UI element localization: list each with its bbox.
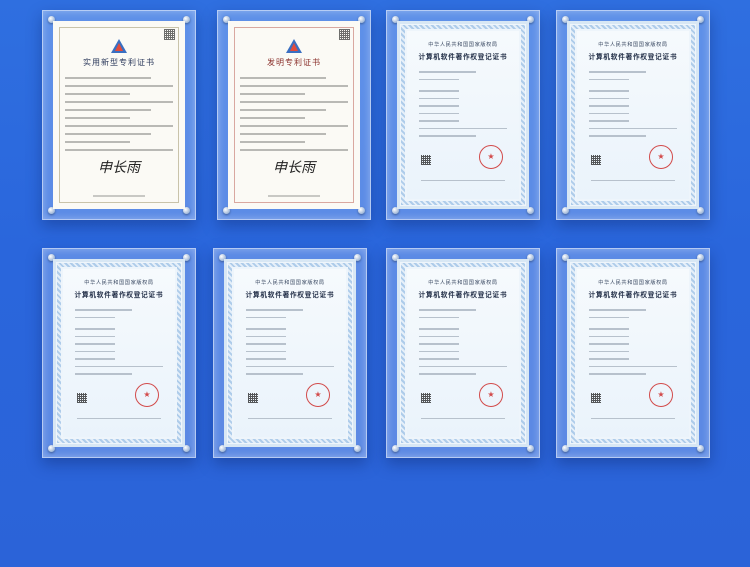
- signature: 申长雨: [98, 160, 140, 176]
- software-copyright-certificate: 中华人民共和国国家版权局 计算机软件著作权登记证书 ★: [397, 259, 529, 447]
- qr-code-icon: [591, 155, 601, 165]
- certificate-title: 发明专利证书: [267, 58, 321, 67]
- qr-code-icon: [248, 393, 258, 403]
- qr-code-icon: [421, 155, 431, 165]
- certificate-title: 计算机软件著作权登记证书: [418, 291, 508, 299]
- certificate-wall: 实用新型专利证书 申长雨 发明专利证书 申长雨 中华人民共和国国家版权局 计算机…: [0, 0, 750, 567]
- official-seal-icon: ★: [479, 383, 503, 407]
- qr-code-icon: [77, 393, 87, 403]
- official-seal-icon: ★: [649, 145, 673, 169]
- official-seal-icon: ★: [649, 383, 673, 407]
- software-copyright-certificate: 中华人民共和国国家版权局 计算机软件著作权登记证书 ★: [567, 21, 699, 209]
- issuing-authority: 中华人民共和国国家版权局: [598, 280, 668, 286]
- signature: 申长雨: [273, 160, 315, 176]
- certificate-frame-software-copyright: 中华人民共和国国家版权局 计算机软件著作权登记证书 ★: [386, 10, 540, 220]
- issuing-authority: 中华人民共和国国家版权局: [598, 42, 668, 48]
- software-copyright-certificate: 中华人民共和国国家版权局 计算机软件著作权登记证书 ★: [224, 259, 356, 447]
- certificate-frame-software-copyright: 中华人民共和国国家版权局 计算机软件著作权登记证书 ★: [42, 248, 196, 458]
- certificate-title: 计算机软件著作权登记证书: [245, 291, 335, 299]
- certificate-frame-software-copyright: 中华人民共和国国家版权局 计算机软件著作权登记证书 ★: [213, 248, 367, 458]
- invention-patent-certificate: 发明专利证书 申长雨: [228, 21, 360, 209]
- certificate-frame-software-copyright: 中华人民共和国国家版权局 计算机软件著作权登记证书 ★: [556, 10, 710, 220]
- issuing-authority: 中华人民共和国国家版权局: [255, 280, 325, 286]
- certificate-title: 计算机软件著作权登记证书: [588, 291, 678, 299]
- certificate-title: 计算机软件著作权登记证书: [418, 53, 508, 61]
- utility-patent-certificate: 实用新型专利证书 申长雨: [53, 21, 185, 209]
- certificate-frame-software-copyright: 中华人民共和国国家版权局 计算机软件著作权登记证书 ★: [556, 248, 710, 458]
- certificate-title: 计算机软件著作权登记证书: [588, 53, 678, 61]
- qr-code-icon: [164, 29, 175, 40]
- patent-office-emblem-icon: [286, 39, 302, 53]
- certificate-frame-utility-patent: 实用新型专利证书 申长雨: [42, 10, 196, 220]
- software-copyright-certificate: 中华人民共和国国家版权局 计算机软件著作权登记证书 ★: [53, 259, 185, 447]
- certificate-frame-invention-patent: 发明专利证书 申长雨: [217, 10, 371, 220]
- official-seal-icon: ★: [479, 145, 503, 169]
- certificate-title: 计算机软件著作权登记证书: [74, 291, 164, 299]
- qr-code-icon: [339, 29, 350, 40]
- patent-office-emblem-icon: [111, 39, 127, 53]
- software-copyright-certificate: 中华人民共和国国家版权局 计算机软件著作权登记证书 ★: [567, 259, 699, 447]
- official-seal-icon: ★: [135, 383, 159, 407]
- certificate-title: 实用新型专利证书: [83, 58, 155, 67]
- certificate-frame-software-copyright: 中华人民共和国国家版权局 计算机软件著作权登记证书 ★: [386, 248, 540, 458]
- qr-code-icon: [421, 393, 431, 403]
- qr-code-icon: [591, 393, 601, 403]
- official-seal-icon: ★: [306, 383, 330, 407]
- issuing-authority: 中华人民共和国国家版权局: [428, 280, 498, 286]
- issuing-authority: 中华人民共和国国家版权局: [84, 280, 154, 286]
- issuing-authority: 中华人民共和国国家版权局: [428, 42, 498, 48]
- software-copyright-certificate: 中华人民共和国国家版权局 计算机软件著作权登记证书 ★: [397, 21, 529, 209]
